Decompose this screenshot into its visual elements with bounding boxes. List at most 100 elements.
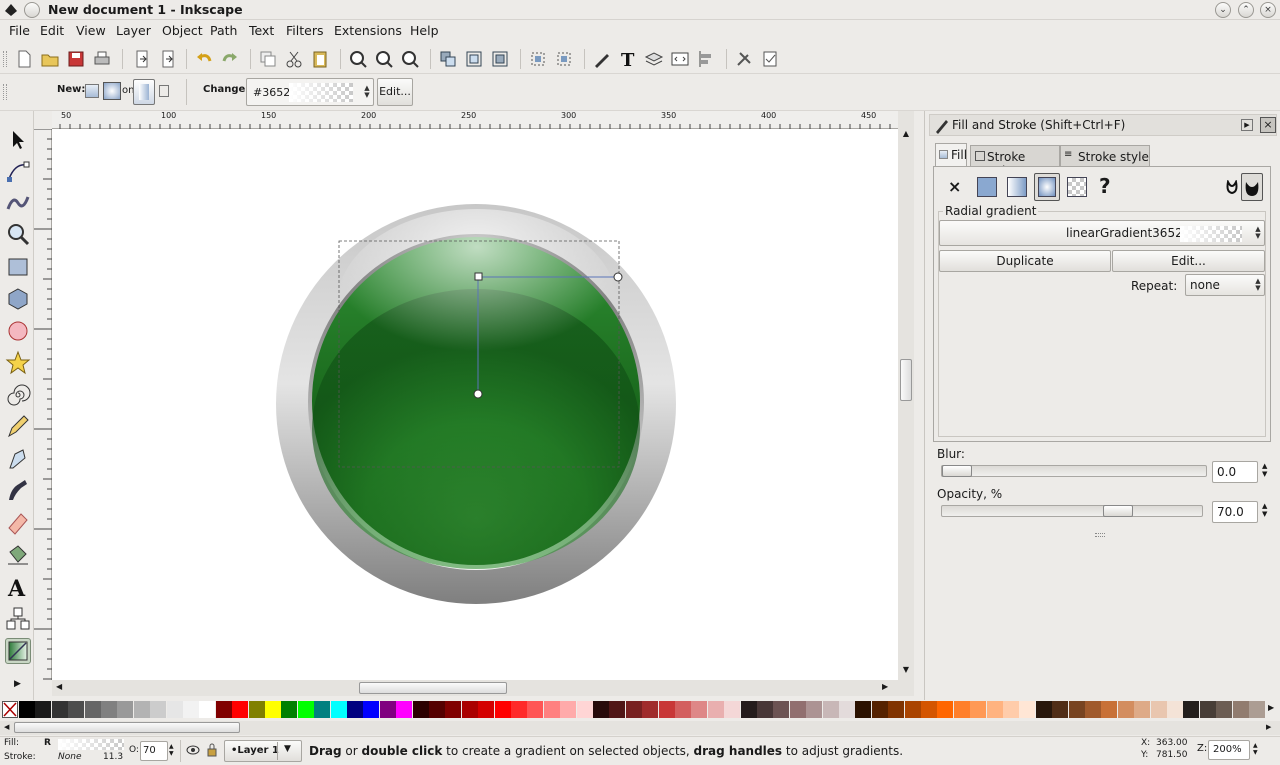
vertical-scroll-thumb[interactable] [900,359,912,401]
color-swatch[interactable] [773,701,790,718]
align-distribute-icon[interactable] [696,49,716,69]
edit-gradient-button[interactable]: Edit... [377,78,413,106]
cut-icon[interactable] [284,49,304,69]
menu-help[interactable]: Help [410,23,439,38]
color-swatch[interactable] [379,701,396,718]
color-swatch[interactable] [494,701,511,718]
layers-icon[interactable] [644,49,664,69]
tab-stroke-style[interactable]: ≡ Stroke style [1060,145,1150,167]
scroll-left-icon[interactable]: ◀ [56,682,62,691]
color-swatch[interactable] [757,701,773,718]
no-paint-icon[interactable]: × [948,177,961,196]
connector-tool-icon[interactable] [5,606,31,632]
horizontal-scrollbar[interactable]: ◀ ▶ [52,680,898,696]
minimize-button[interactable]: ⌄ [1215,2,1231,18]
blur-input[interactable]: 0.0 [1212,461,1258,483]
opacity-spin-icon[interactable]: ▲ ▼ [1262,502,1267,518]
drawing-canvas[interactable] [52,129,898,680]
color-swatch[interactable] [888,701,905,718]
text-tool-icon[interactable]: T [618,49,638,71]
color-swatch[interactable] [527,701,544,718]
color-swatch[interactable] [593,701,609,718]
color-swatch[interactable] [871,701,888,718]
calligraphy-tool-icon[interactable] [5,478,31,504]
no-color-swatch[interactable] [2,701,18,718]
paint-bucket-tool-icon[interactable] [5,542,31,568]
color-swatch[interactable] [166,701,183,718]
color-swatch[interactable] [543,701,560,718]
color-swatch[interactable] [1003,701,1019,718]
color-swatch[interactable] [84,701,101,718]
color-swatch[interactable] [806,701,823,718]
blur-slider[interactable] [941,465,1207,477]
scroll-right-icon[interactable]: ▶ [882,682,888,691]
zoom-spin-icon[interactable]: ▲ ▼ [1253,742,1258,756]
panel-resize-grip[interactable] [1095,533,1105,537]
3d-box-tool-icon[interactable] [5,286,31,312]
color-swatch[interactable] [396,701,413,718]
menu-extensions[interactable]: Extensions [334,23,402,38]
gradient-radius-handle[interactable] [473,389,483,399]
status-opacity-input[interactable]: 70 [140,741,168,761]
close-button[interactable]: × [1260,2,1276,18]
color-swatch[interactable] [675,701,691,718]
text-tool-icon[interactable]: A [5,574,31,602]
color-swatch[interactable] [1232,701,1249,718]
fill-rule-evenodd-icon[interactable] [1226,180,1238,194]
gradient-radius-handle[interactable] [613,272,623,282]
palette-scroll-right-icon[interactable]: ▶ [1266,723,1271,731]
export-icon[interactable] [158,49,178,69]
layer-dropdown-icon[interactable]: ▼ [284,744,291,754]
node-tool-icon[interactable] [5,159,31,185]
xml-editor-icon[interactable] [670,49,690,69]
color-swatch[interactable] [1052,701,1069,718]
color-swatch[interactable] [1150,701,1167,718]
pencil-tool-icon[interactable] [5,414,31,440]
color-swatch[interactable] [904,701,921,718]
scroll-down-icon[interactable]: ▼ [900,665,912,675]
toolbar-grip[interactable] [3,84,7,100]
clone-icon[interactable] [490,49,510,69]
color-swatch[interactable] [35,701,52,718]
color-swatch[interactable] [691,701,708,718]
color-swatch[interactable] [658,701,675,718]
color-swatch[interactable] [953,701,970,718]
menu-filters[interactable]: Filters [286,23,323,38]
color-swatch[interactable] [429,701,445,718]
opacity-input[interactable]: 70.0 [1212,501,1258,523]
lock-icon[interactable] [206,742,218,758]
on-fill-toggle[interactable] [133,79,155,105]
color-swatch[interactable] [117,701,134,718]
color-swatch[interactable] [478,701,495,718]
color-swatch[interactable] [1167,701,1183,718]
tab-fill[interactable]: Fill [935,143,967,167]
color-swatch[interactable] [789,701,806,718]
status-opacity-spin-icon[interactable]: ▲ ▼ [169,743,174,757]
group-icon[interactable] [438,49,458,69]
zoom-drawing-icon[interactable] [374,49,394,69]
color-swatch[interactable] [363,701,380,718]
palette-scroll-left-icon[interactable]: ◀ [4,723,9,731]
menu-text[interactable]: Text [249,23,274,38]
new-linear-gradient-button[interactable] [85,84,99,98]
menu-layer[interactable]: Layer [116,23,151,38]
pattern-icon[interactable] [1067,177,1087,197]
color-swatch[interactable] [822,701,839,718]
tweak-tool-icon[interactable] [5,189,31,215]
color-swatch[interactable] [101,701,117,718]
color-swatch[interactable] [921,701,937,718]
panel-close-button[interactable]: × [1260,117,1276,133]
paste-icon[interactable] [310,49,330,69]
import-icon[interactable] [132,49,152,69]
color-swatch[interactable] [1019,701,1036,718]
color-swatch[interactable] [839,701,855,718]
vertical-scrollbar[interactable]: ▲ ▼ [898,111,914,696]
gradient-select-arrows[interactable]: ▲ ▼ [363,85,371,99]
gradient-center-handle[interactable] [474,272,483,281]
gradient-name-select[interactable]: linearGradient3652 ▲ ▼ [939,220,1265,246]
color-swatch[interactable] [51,701,68,718]
color-swatch[interactable] [560,701,577,718]
node-icon[interactable] [554,49,574,69]
color-swatch[interactable] [150,701,167,718]
duplicate-icon[interactable] [258,49,278,69]
